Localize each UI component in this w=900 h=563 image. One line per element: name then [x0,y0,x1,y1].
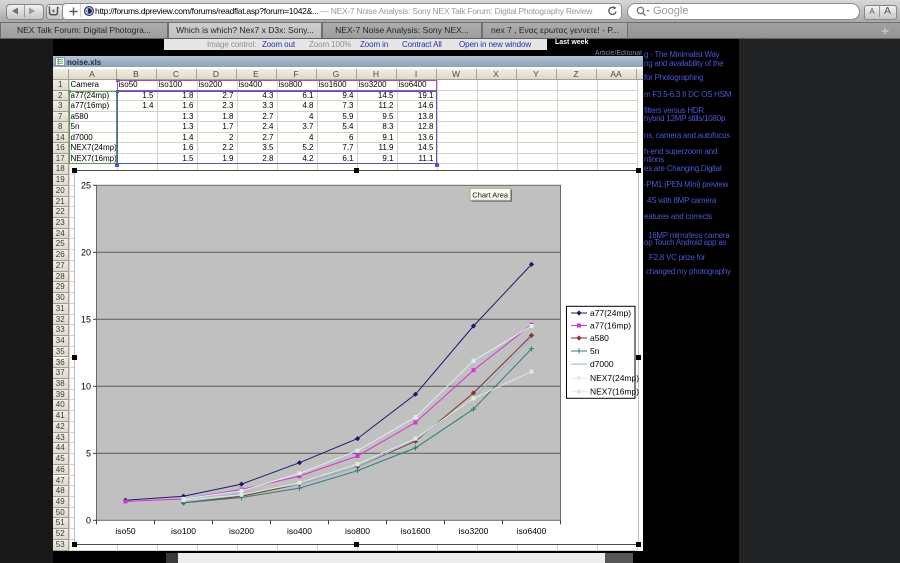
svg-text:d7000: d7000 [590,359,614,369]
svg-text:NEX7(16mp): NEX7(16mp) [590,386,639,396]
svg-text:a580: a580 [590,333,609,343]
svg-text:5: 5 [86,448,91,458]
svg-text:a77(16mp): a77(16mp) [590,320,631,330]
svg-text:iso3200: iso3200 [459,525,489,535]
svg-text:Chart Area: Chart Area [472,190,509,199]
svg-text:25: 25 [81,180,91,190]
svg-text:5n: 5n [590,346,600,356]
svg-text:iso6400: iso6400 [517,525,547,535]
svg-text:iso800: iso800 [345,525,370,535]
svg-text:iso400: iso400 [287,525,312,535]
svg-text:10: 10 [81,381,91,391]
svg-text:iso200: iso200 [229,525,254,535]
svg-text:a77(24mp): a77(24mp) [590,308,631,318]
svg-text:0: 0 [86,515,91,525]
svg-text:20: 20 [81,247,91,257]
svg-text:iso1600: iso1600 [401,525,431,535]
svg-text:iso100: iso100 [171,525,196,535]
svg-text:15: 15 [81,314,91,324]
svg-text:iso50: iso50 [115,525,136,535]
svg-text:NEX7(24mp): NEX7(24mp) [590,373,639,383]
